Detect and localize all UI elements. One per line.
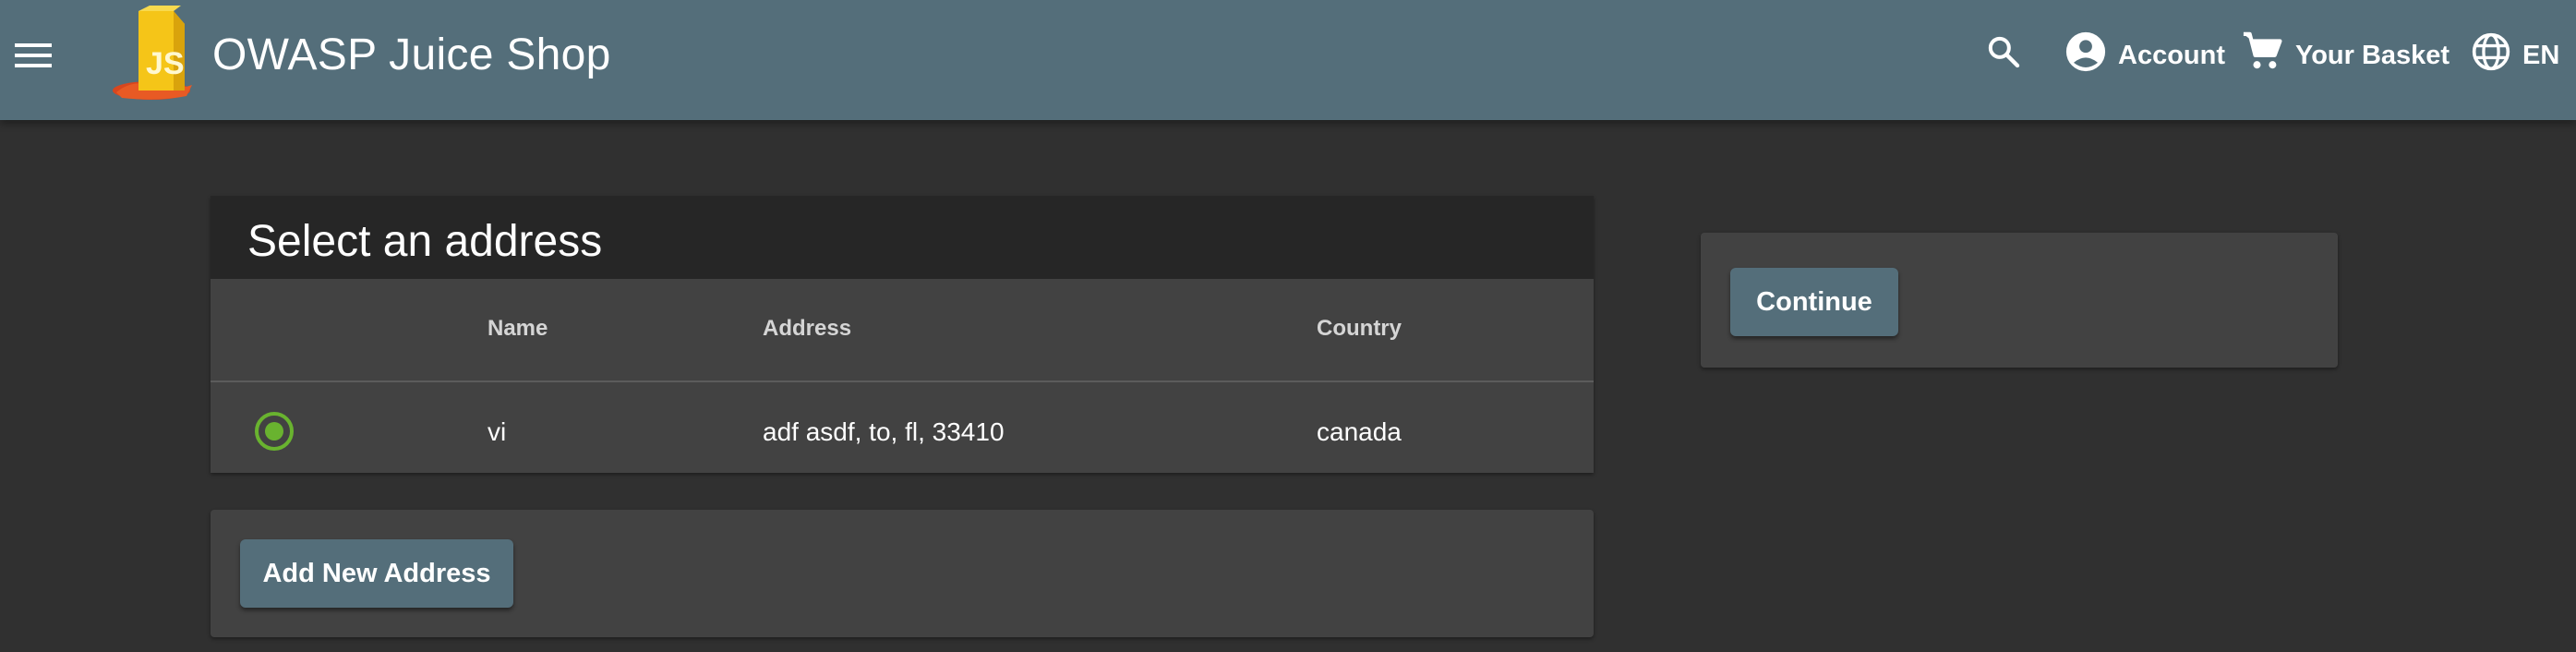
continue-card: Continue <box>1701 233 2338 368</box>
language-label: EN <box>2522 40 2560 70</box>
shopping-cart-icon <box>2242 30 2284 80</box>
search-icon <box>1985 33 2022 78</box>
add-new-address-button[interactable]: Add New Address <box>240 539 513 608</box>
basket-button[interactable]: Your Basket <box>2242 28 2450 83</box>
address-card-header: Select an address <box>211 196 1594 279</box>
table-divider <box>211 380 1594 382</box>
radio-selected-dot <box>265 422 283 441</box>
top-toolbar: JS OWASP Juice Shop Account Your Basket … <box>0 0 2576 120</box>
column-header-name[interactable]: Name <box>488 316 548 342</box>
address-card-title: Select an address <box>247 217 603 266</box>
svg-text:JS: JS <box>146 46 185 81</box>
app-title[interactable]: OWASP Juice Shop <box>212 28 611 83</box>
column-header-address[interactable]: Address <box>763 316 851 342</box>
juice-shop-logo[interactable]: JS <box>103 2 205 103</box>
account-button[interactable]: Account <box>2064 28 2225 83</box>
account-label: Account <box>2118 40 2225 70</box>
continue-button[interactable]: Continue <box>1730 268 1898 336</box>
address-country-cell: canada <box>1317 417 1402 446</box>
address-card: Select an address Name Address Country v… <box>211 196 1594 473</box>
address-address-cell: adf asdf, to, fl, 33410 <box>763 417 1005 446</box>
language-button[interactable]: EN <box>2471 28 2559 83</box>
address-name-cell: vi <box>488 417 507 446</box>
account-circle-icon <box>2064 30 2107 80</box>
address-radio-button[interactable] <box>255 412 294 451</box>
search-button[interactable] <box>1978 28 2029 83</box>
menu-icon[interactable] <box>13 35 54 76</box>
add-address-card: Add New Address <box>211 510 1594 637</box>
column-header-country[interactable]: Country <box>1317 316 1402 342</box>
globe-icon <box>2471 31 2511 79</box>
basket-label: Your Basket <box>2295 40 2450 70</box>
